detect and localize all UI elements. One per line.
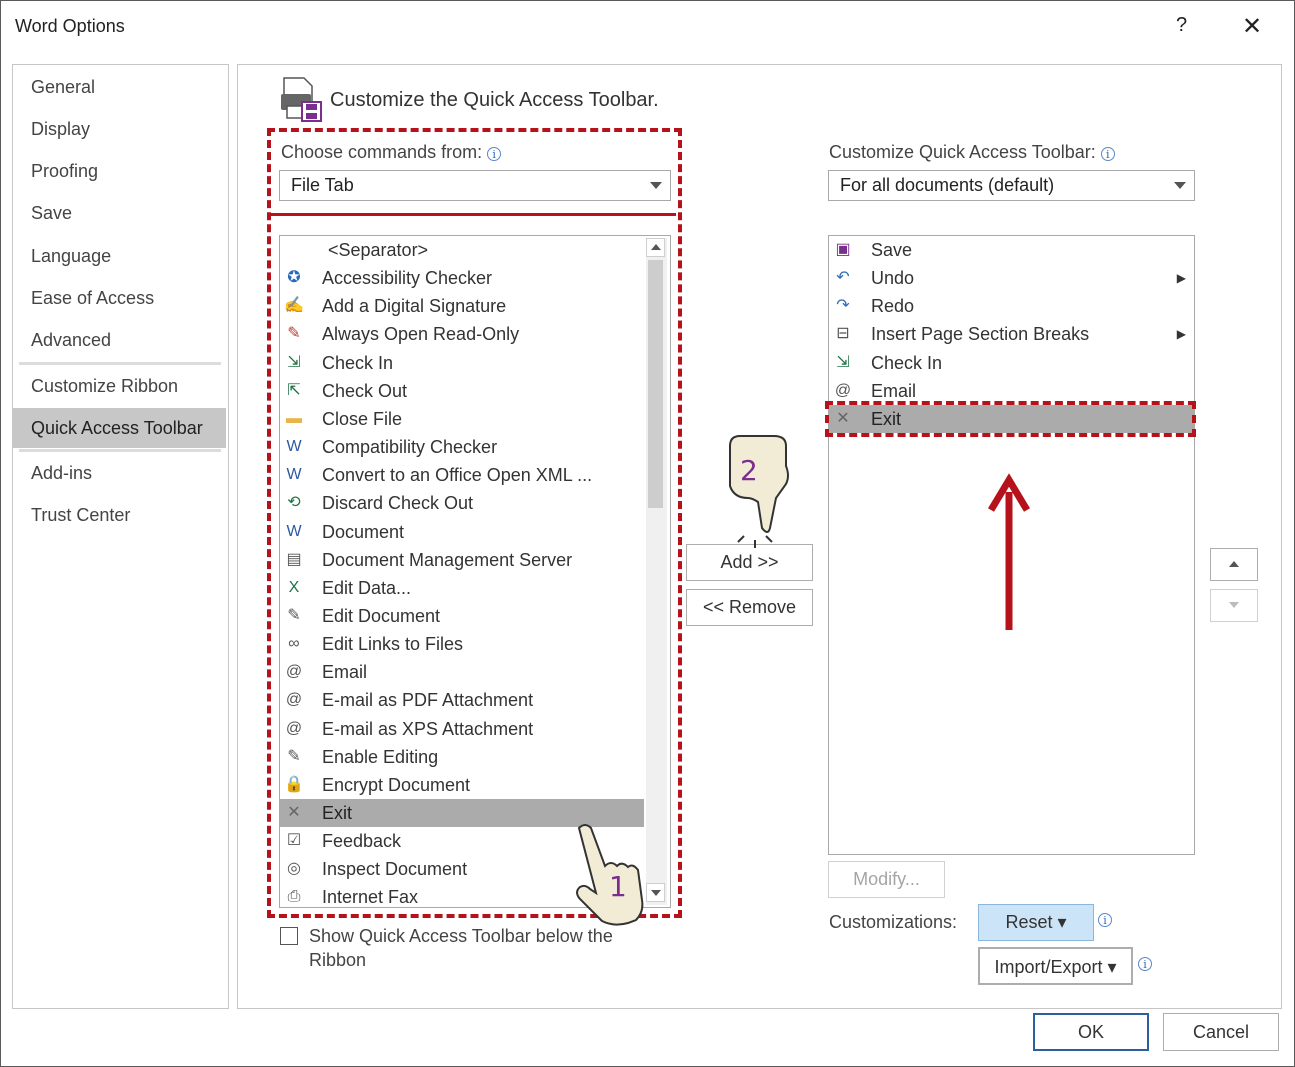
highlight-box-commands xyxy=(267,128,682,918)
customizations-label: Customizations: xyxy=(829,912,958,932)
sidebar-item-save[interactable]: Save xyxy=(13,193,226,233)
submenu-arrow-icon: ▶ xyxy=(1176,327,1186,342)
sidebar-item-ease-of-access[interactable]: Ease of Access xyxy=(13,278,226,318)
list-item[interactable]: ↷ Redo xyxy=(829,292,1194,320)
sidebar-item-customize-ribbon[interactable]: Customize Ribbon xyxy=(13,366,226,406)
list-item-label: Save xyxy=(871,240,913,260)
submenu-arrow-icon: ▶ xyxy=(1176,271,1186,286)
arrow-up-icon xyxy=(987,473,1031,630)
sidebar-item-add-ins[interactable]: Add-ins xyxy=(13,453,226,493)
help-button[interactable]: ? xyxy=(1176,14,1187,37)
step-2-label: 2 xyxy=(740,454,758,487)
info-icon: i xyxy=(1098,913,1112,927)
sidebar-item-advanced[interactable]: Advanced xyxy=(13,320,226,360)
pointing-hand-icon: 1 xyxy=(576,824,644,926)
highlight-box-exit xyxy=(825,401,1196,437)
dialog-title: Word Options xyxy=(15,16,125,36)
sidebar-item-language[interactable]: Language xyxy=(13,236,226,276)
sidebar-item-general[interactable]: General xyxy=(13,67,226,107)
pointing-down-hand-icon: 2 xyxy=(729,435,789,548)
list-item-label: Redo xyxy=(871,296,915,317)
list-item-label: Check In xyxy=(871,352,943,373)
ok-button[interactable]: OK xyxy=(1033,1013,1149,1051)
undo-icon: ↶ xyxy=(836,269,850,287)
info-icon: i xyxy=(1100,147,1115,161)
info-icon: i xyxy=(1138,957,1152,971)
modify-button[interactable]: Modify... xyxy=(828,861,945,898)
import-export-button[interactable]: Import/Export ▾ xyxy=(978,947,1133,985)
sidebar-item-display[interactable]: Display xyxy=(13,109,226,149)
email-icon: @ xyxy=(834,381,852,399)
save-icon: ▣ xyxy=(835,241,851,258)
sidebar-divider xyxy=(19,362,221,365)
reset-button[interactable]: Reset ▾ xyxy=(978,904,1094,941)
list-item-label: Undo xyxy=(871,268,915,289)
move-up-button[interactable] xyxy=(1210,548,1258,581)
list-item[interactable]: ↶ Undo ▶ xyxy=(829,264,1194,292)
show-below-ribbon-checkbox[interactable] xyxy=(280,927,298,945)
list-item-label: Insert Page Section Breaks xyxy=(871,324,1090,345)
cancel-button[interactable]: Cancel xyxy=(1163,1013,1279,1051)
redo-icon: ↷ xyxy=(836,297,850,315)
customize-toolbar-label: Customize Quick Access Toolbar: i xyxy=(829,142,1115,163)
remove-button[interactable]: << Remove xyxy=(686,589,813,626)
sidebar-item-quick-access-toolbar[interactable]: Quick Access Toolbar xyxy=(13,408,226,448)
sidebar-item-proofing[interactable]: Proofing xyxy=(13,151,226,191)
sidebar-divider xyxy=(19,449,221,452)
check-in-icon: ⇲ xyxy=(836,353,850,371)
chevron-down-icon xyxy=(1174,182,1186,189)
sidebar-item-trust-center[interactable]: Trust Center xyxy=(13,495,226,535)
show-below-ribbon-label: Show Quick Access Toolbar below the xyxy=(309,926,613,946)
close-button[interactable]: ✕ xyxy=(1242,12,1262,41)
sidebar: General Display Proofing Save Language E… xyxy=(12,64,229,1009)
customize-toolbar-dropdown[interactable]: For all documents (default) xyxy=(828,170,1195,201)
page-heading: Customize the Quick Access Toolbar. xyxy=(330,89,659,111)
show-below-ribbon-label-line2: Ribbon xyxy=(309,950,367,970)
move-down-button[interactable] xyxy=(1210,589,1258,622)
list-item[interactable]: ⇲ Check In xyxy=(829,349,1194,377)
step-1-label: 1 xyxy=(609,870,627,903)
list-item[interactable]: ▣ Save xyxy=(829,236,1194,264)
page-break-icon: ⊟ xyxy=(836,325,850,343)
list-item[interactable]: ⊟ Insert Page Section Breaks ▶ xyxy=(829,320,1194,348)
quick-access-toolbar-icon xyxy=(281,77,322,122)
